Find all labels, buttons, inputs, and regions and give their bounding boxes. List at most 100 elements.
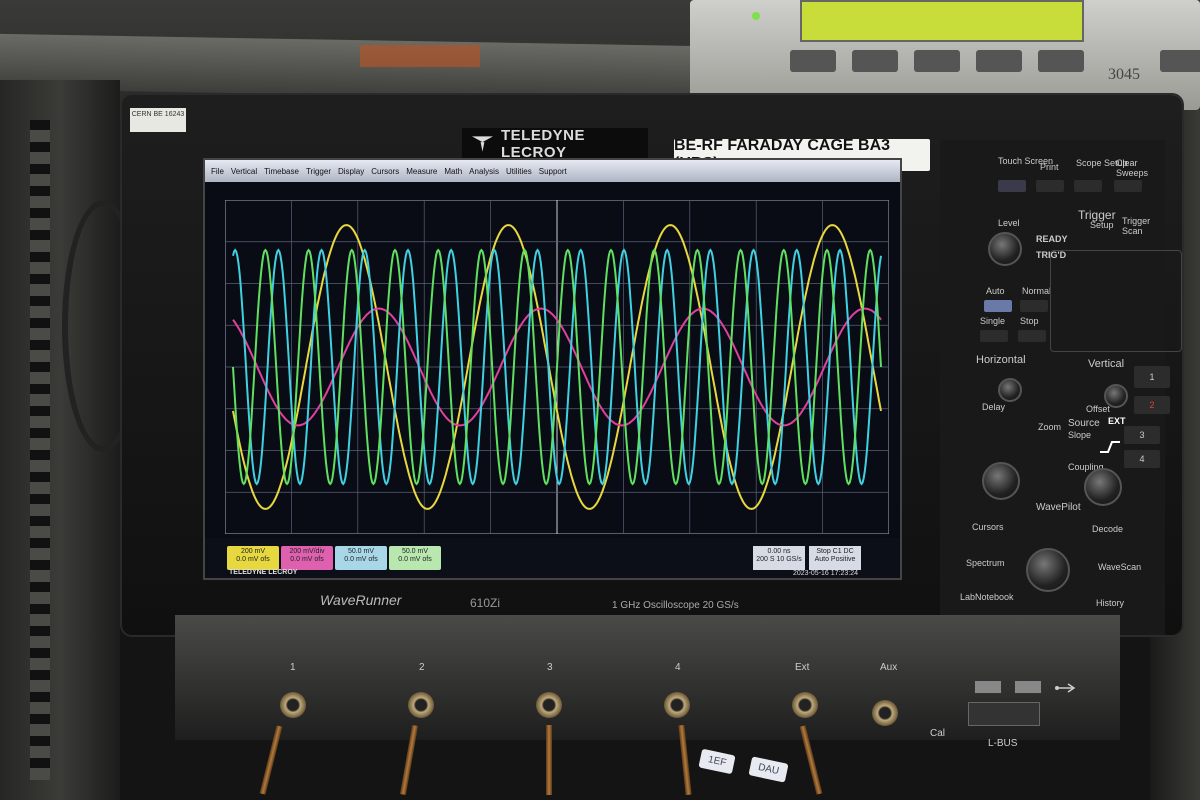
control-panel: Touch Screen Print Scope Setup Clear Swe… — [940, 140, 1170, 635]
top-key[interactable] — [790, 50, 836, 72]
history-label: History — [1096, 598, 1125, 608]
channel-2-descriptor[interactable]: 200 mV/div 0.0 mV ofs — [281, 546, 333, 570]
menu-item-file[interactable]: File — [211, 167, 224, 176]
normal-button[interactable] — [1020, 300, 1048, 312]
ch2-scale: 200 mV/div — [289, 548, 325, 555]
cable-tag: 1EF — [698, 748, 736, 775]
horizontal-title: Horizontal — [976, 354, 1026, 366]
cal-label: Cal — [930, 728, 946, 739]
top-key[interactable] — [976, 50, 1022, 72]
wavepilot-knob[interactable] — [1026, 548, 1070, 592]
touch-screen-button[interactable] — [998, 180, 1026, 192]
waveform-grid[interactable] — [225, 200, 889, 534]
menu-item-trigger[interactable]: Trigger — [306, 167, 331, 176]
stop-label: Stop — [1020, 316, 1039, 326]
trigger-descriptor[interactable]: Stop C1 DC Auto Positive — [809, 546, 861, 570]
trigger-scan-label: Trigger Scan — [1122, 216, 1151, 236]
timestamp: 2023-05-16 17:23:24 — [793, 570, 858, 577]
channel-4-button[interactable]: 4 — [1124, 450, 1160, 468]
level-label: Level — [998, 218, 1020, 228]
timebase-knob[interactable] — [982, 462, 1020, 500]
stop-button[interactable] — [1018, 330, 1046, 342]
print-label: Print — [1040, 162, 1059, 172]
menu-item-vertical[interactable]: Vertical — [231, 167, 257, 176]
aux-input-label: Aux — [880, 662, 898, 673]
ch1-button-label: 1 — [1149, 372, 1155, 382]
spec-line: 1 GHz Oscilloscope 20 GS/s — [612, 600, 739, 611]
menu-item-display[interactable]: Display — [338, 167, 364, 176]
menu-item-math[interactable]: Math — [444, 167, 462, 176]
channel-2-button[interactable]: 2 — [1134, 396, 1170, 414]
vertical-title: Vertical — [1088, 358, 1125, 370]
channel-3-descriptor[interactable]: 50.0 mV 0.0 mV ofs — [335, 546, 387, 570]
coax-cable-3 — [546, 725, 552, 795]
ch3-scale: 50.0 mV — [347, 548, 375, 555]
lbus-label: L-BUS — [988, 738, 1018, 749]
cursors-label: Cursors — [972, 522, 1004, 532]
setup-label: Setup — [1090, 220, 1114, 230]
ch2-offset: 0.0 mV ofs — [290, 556, 324, 563]
menu-item-analysis[interactable]: Analysis — [469, 167, 499, 176]
bnc-connector-1[interactable] — [280, 692, 306, 718]
volts-div-knob[interactable] — [1084, 468, 1122, 506]
offset-knob[interactable] — [1104, 384, 1128, 408]
ch4-scale: 50.0 mV — [401, 548, 429, 555]
usb-port[interactable] — [1014, 680, 1042, 694]
ch3-button-label: 3 — [1139, 430, 1145, 440]
bnc-connector-2[interactable] — [408, 692, 434, 718]
menu-bar: File Vertical Timebase Trigger Display Cursor… — [205, 160, 900, 182]
bnc-connector-3[interactable] — [536, 692, 562, 718]
source-label: Source — [1068, 418, 1100, 429]
print-button[interactable] — [1036, 180, 1064, 192]
menu-item-timebase[interactable]: Timebase — [264, 167, 299, 176]
serial-sticker: CERN BE 16243 — [130, 108, 186, 132]
delay-knob[interactable] — [998, 378, 1022, 402]
bnc-connector-4[interactable] — [664, 692, 690, 718]
scope-setup-button[interactable] — [1074, 180, 1102, 192]
screen-brand: TELEDYNE LECROY — [229, 569, 298, 576]
channel-4-descriptor[interactable]: 50.0 mV 0.0 mV ofs — [389, 546, 441, 570]
ch1-scale: 200 mV — [240, 548, 266, 555]
auto-label: Auto — [986, 286, 1005, 296]
menu-item-cursors[interactable]: Cursors — [371, 167, 399, 176]
rising-edge-icon — [1100, 441, 1120, 453]
top-key[interactable] — [852, 50, 898, 72]
trigger-slope: Auto Positive — [814, 556, 856, 563]
zoom-label: Zoom — [1038, 422, 1062, 432]
source-value: EXT — [1108, 416, 1126, 426]
single-button[interactable] — [980, 330, 1008, 342]
menu-item-utilities[interactable]: Utilities — [506, 167, 532, 176]
trigger-level-knob[interactable] — [988, 232, 1022, 266]
input-4-label: 4 — [675, 662, 681, 673]
bnc-connector-aux[interactable] — [872, 700, 898, 726]
input-3-label: 3 — [547, 662, 553, 673]
ready-indicator: READY — [1036, 234, 1068, 244]
top-key[interactable] — [914, 50, 960, 72]
bnc-connector-ext[interactable] — [792, 692, 818, 718]
menu-item-measure[interactable]: Measure — [406, 167, 437, 176]
top-key[interactable] — [1160, 50, 1200, 72]
teledyne-logo-icon — [472, 136, 493, 152]
timebase-rate: 200 S 10 GS/s — [756, 556, 802, 563]
channel-3-button[interactable]: 3 — [1124, 426, 1160, 444]
timebase-delay: 0.00 ns — [767, 548, 791, 555]
clear-sweeps-button[interactable] — [1114, 180, 1142, 192]
scope-screen[interactable]: File Vertical Timebase Trigger Display Cursor… — [203, 158, 902, 580]
ch4-button-label: 4 — [1139, 454, 1145, 464]
decode-label: Decode — [1092, 524, 1124, 534]
top-key[interactable] — [1038, 50, 1084, 72]
clear-sweeps-label: Clear Sweeps — [1116, 158, 1149, 178]
channel-1-button[interactable]: 1 — [1134, 366, 1170, 388]
ch1-offset: 0.0 mV ofs — [236, 556, 270, 563]
lbus-port[interactable] — [968, 702, 1040, 726]
delay-label: Delay — [982, 402, 1006, 412]
timebase-descriptor[interactable]: 0.00 ns 200 S 10 GS/s — [753, 546, 805, 570]
input-2-label: 2 — [419, 662, 425, 673]
channel-1-descriptor[interactable]: 200 mV 0.0 mV ofs — [227, 546, 279, 570]
brand-text: TELEDYNE LECROY — [500, 127, 585, 161]
usb-port[interactable] — [974, 680, 1002, 694]
slope-label: Slope — [1068, 430, 1092, 440]
ch3-offset: 0.0 mV ofs — [344, 556, 378, 563]
menu-item-support[interactable]: Support — [539, 167, 567, 176]
auto-button[interactable] — [984, 300, 1012, 312]
